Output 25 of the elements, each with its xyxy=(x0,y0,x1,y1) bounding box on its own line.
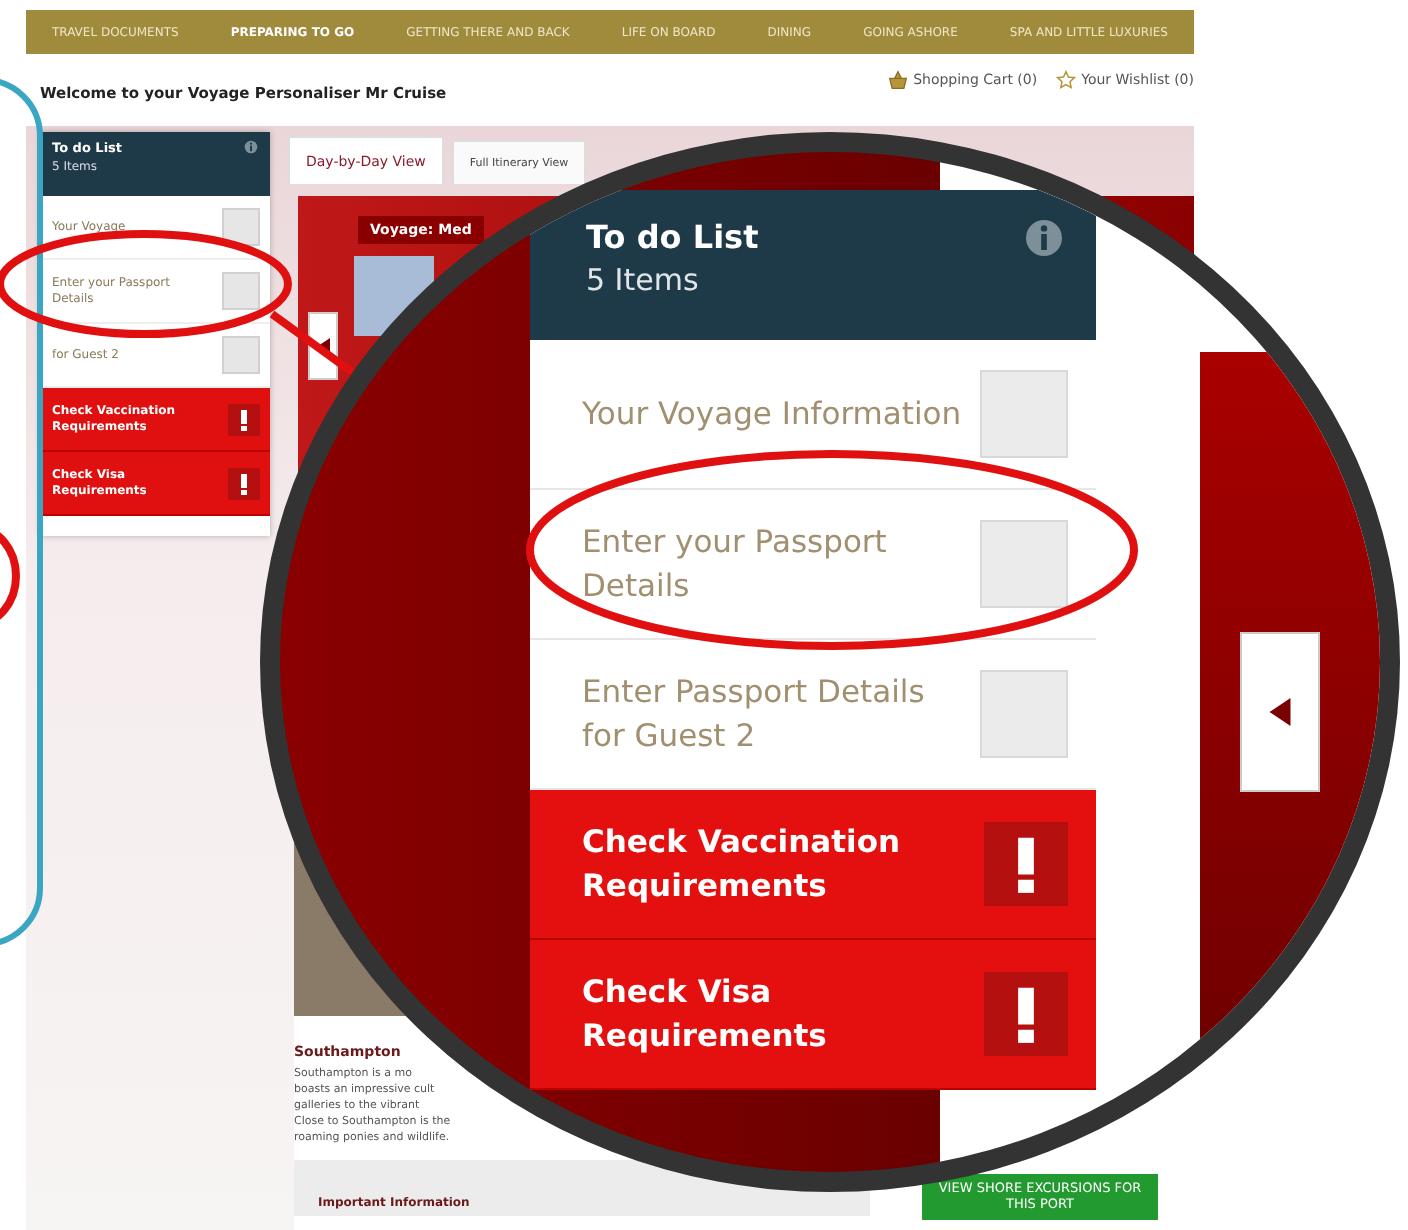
star-icon xyxy=(1055,70,1076,90)
basket-icon xyxy=(887,70,908,90)
exclamation-icon xyxy=(228,403,260,435)
info-icon[interactable] xyxy=(244,140,258,154)
alert-item[interactable]: Check Visa Requirements xyxy=(530,940,1096,1090)
todo-item-text[interactable]: Enter your Passport Details xyxy=(582,519,962,609)
info-icon[interactable] xyxy=(1024,218,1064,258)
alert-item[interactable]: Check Vaccination Requirements xyxy=(530,790,1096,940)
todo-item-text[interactable]: Your Voyage Information xyxy=(582,391,962,437)
checkbox[interactable] xyxy=(980,370,1068,458)
checkbox[interactable] xyxy=(222,272,260,310)
left-arrow-icon xyxy=(1268,698,1292,726)
todo-title: To do List xyxy=(586,218,759,256)
checkbox[interactable] xyxy=(222,208,260,246)
todo-item-text[interactable]: Enter Passport Details for Guest 2 xyxy=(582,669,962,759)
left-arrow-icon xyxy=(317,338,329,354)
checkbox[interactable] xyxy=(222,336,260,374)
todo-count: 5 Items xyxy=(586,262,701,298)
exclamation-icon xyxy=(984,972,1068,1056)
exclamation-icon xyxy=(984,822,1068,906)
checkbox[interactable] xyxy=(980,520,1068,608)
checkbox[interactable] xyxy=(980,670,1068,758)
exclamation-icon xyxy=(228,467,260,499)
callout-line xyxy=(269,310,355,376)
previous-button[interactable] xyxy=(1240,632,1320,792)
